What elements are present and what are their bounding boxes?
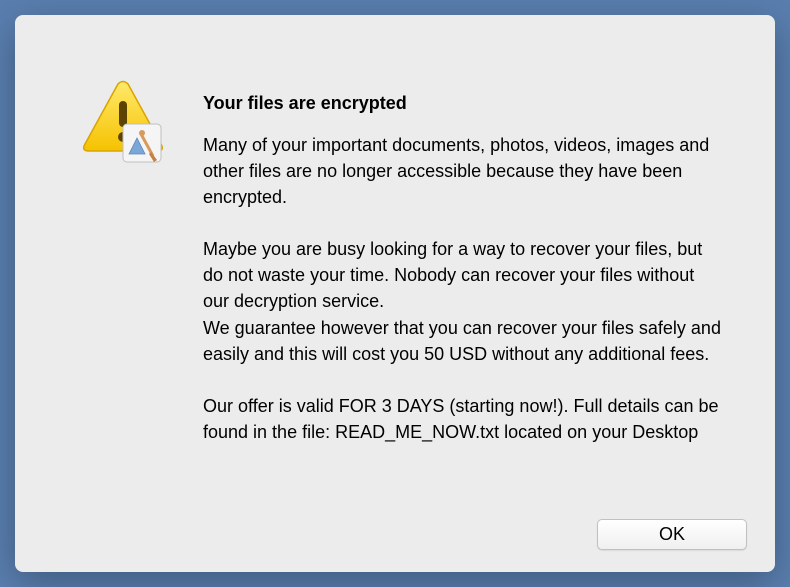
alert-dialog: Your files are encrypted Many of your im… [15,15,775,572]
dialog-title: Your files are encrypted [203,93,722,114]
button-row: OK [597,519,747,550]
dialog-paragraph-2: Maybe you are busy looking for a way to … [203,236,722,366]
ok-button[interactable]: OK [597,519,747,550]
warning-icon [73,79,163,159]
content-area: Your files are encrypted Many of your im… [203,39,747,548]
dialog-paragraph-3: Our offer is valid FOR 3 DAYS (starting … [203,393,722,445]
dialog-paragraph-1: Many of your important documents, photos… [203,132,722,210]
icon-area [43,39,203,548]
